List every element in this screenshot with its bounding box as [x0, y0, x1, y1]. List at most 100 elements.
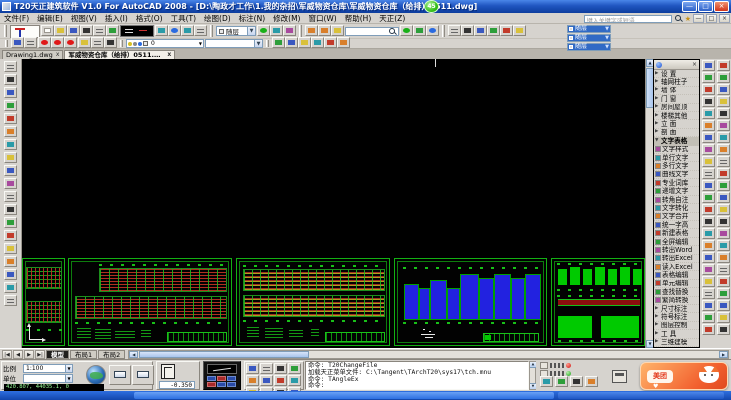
screen-menu-group[interactable]: ▶尺寸标注	[654, 305, 699, 313]
right-tool-icon[interactable]	[717, 144, 730, 155]
right-tool-icon[interactable]	[717, 60, 730, 71]
render-tool-icon[interactable]	[283, 25, 296, 36]
draw-tool-icon[interactable]	[4, 113, 17, 124]
zoom-tool-icon[interactable]	[168, 25, 181, 36]
draw-tool-icon[interactable]	[4, 61, 17, 72]
right-tool-icon[interactable]	[717, 300, 730, 311]
scale-combo[interactable]: 1:100▼	[23, 364, 73, 373]
right-tool-icon[interactable]	[717, 84, 730, 95]
layer-filter-combo[interactable]: ▼	[205, 39, 263, 48]
right-tool-icon[interactable]	[717, 228, 730, 239]
render-tool-icon[interactable]	[270, 25, 283, 36]
layer-tool-icon[interactable]	[285, 37, 298, 48]
right-tool-icon[interactable]	[702, 96, 715, 107]
right-tool-icon[interactable]	[717, 252, 730, 263]
screen-menu-group[interactable]: ▼文字表格	[654, 137, 699, 145]
snap-toggle-icon[interactable]	[288, 375, 301, 386]
draw-tool-icon[interactable]	[4, 139, 17, 150]
child-minimize-button[interactable]: —	[693, 14, 704, 23]
taskbar-segment[interactable]	[134, 392, 554, 399]
tab-last-icon[interactable]: ▶|	[35, 350, 45, 359]
chevron-down-icon[interactable]: ▼	[199, 41, 202, 46]
paint-tool-icon[interactable]	[318, 25, 331, 36]
toggle-icon[interactable]	[540, 362, 548, 369]
screen-menu-command[interactable]: 文字转化	[654, 204, 699, 212]
right-tool-icon[interactable]	[702, 264, 715, 275]
screen-menu-group[interactable]: ▶设 置	[654, 70, 699, 78]
star-icon[interactable]: ★	[685, 15, 691, 23]
printer-icon[interactable]	[612, 370, 627, 383]
snap-toggle-icon[interactable]	[246, 363, 259, 374]
zoom-tool-icon[interactable]	[181, 25, 194, 36]
scroll-down-icon[interactable]: ▼	[530, 383, 536, 389]
paint-tool-icon[interactable]	[305, 25, 318, 36]
status-dot-icon[interactable]	[426, 25, 439, 36]
layer-tool-icon[interactable]	[311, 37, 324, 48]
undo-redo-icon[interactable]	[24, 37, 37, 48]
layer-tool-icon[interactable]	[272, 37, 285, 48]
plot-preview-button[interactable]	[109, 365, 131, 385]
command-window[interactable]: 命令: T20ChangeFile加载天正菜单文件: C:\Tangent\TA…	[305, 361, 529, 390]
drawing-canvas[interactable]	[22, 59, 645, 348]
screen-menu-group[interactable]: ▶楼梯其他	[654, 112, 699, 120]
screen-menu-command[interactable]: 转出Word	[654, 246, 699, 254]
screen-menu-command[interactable]: 表格编辑	[654, 271, 699, 279]
right-tool-icon[interactable]	[702, 312, 715, 323]
draw-tool-icon[interactable]	[4, 191, 17, 202]
right-tool-icon[interactable]	[702, 192, 715, 203]
screen-menu-command[interactable]: 文字样式	[654, 146, 699, 154]
menu-item[interactable]: 窗口(W)	[304, 14, 340, 23]
color-combo[interactable]: 随层 ▼	[216, 26, 256, 36]
screen-menu-command[interactable]: 繁简转换	[654, 297, 699, 305]
toolbar-grip[interactable]	[299, 25, 302, 36]
tab-next-icon[interactable]: ▶	[24, 350, 34, 359]
tab-close-icon[interactable]: x	[167, 51, 171, 59]
right-tool-icon[interactable]	[702, 216, 715, 227]
screen-menu-command[interactable]: 查找替换	[654, 288, 699, 296]
toolbar-grip[interactable]	[5, 40, 8, 47]
menu-item[interactable]: 工具(T)	[167, 14, 200, 23]
unit-combo[interactable]: ▼	[23, 374, 73, 383]
screen-menu-group[interactable]: ▶工 具	[654, 330, 699, 338]
zoom-tool-icon[interactable]	[194, 25, 207, 36]
screen-menu-command[interactable]: 新建表格	[654, 229, 699, 237]
draw-tool-icon[interactable]	[4, 74, 17, 85]
render-tool-icon[interactable]	[257, 25, 270, 36]
draw-tool-icon[interactable]	[4, 87, 17, 98]
child-restore-button[interactable]: □	[706, 14, 717, 23]
right-tool-icon[interactable]	[717, 180, 730, 191]
screen-menu-group[interactable]: ▶轴网柱子	[654, 78, 699, 86]
green-badge-icon[interactable]: 45	[424, 0, 439, 13]
color-bylayer-row[interactable]: 随层▼	[567, 25, 611, 33]
edit-tool-icon[interactable]	[487, 25, 500, 36]
draw-tool-icon[interactable]	[4, 269, 17, 280]
draw-tool-icon[interactable]	[4, 126, 17, 137]
draw-tool-icon[interactable]	[4, 100, 17, 111]
mini-tool-icon[interactable]	[585, 376, 598, 387]
right-tool-icon[interactable]	[717, 96, 730, 107]
menu-item[interactable]: 文件(F)	[0, 14, 33, 23]
draw-tool-icon[interactable]	[4, 217, 17, 228]
layout-tab-layout2[interactable]: 布局2	[98, 350, 125, 359]
maximize-button[interactable]: □	[698, 1, 713, 12]
child-close-button[interactable]: ×	[719, 14, 730, 23]
right-tool-icon[interactable]	[717, 288, 730, 299]
help-search-input[interactable]: 键入关键字或短语	[584, 15, 672, 23]
screen-menu-group[interactable]: ▶门 窗	[654, 95, 699, 103]
tab-first-icon[interactable]: |◀	[2, 350, 12, 359]
screen-menu-command[interactable]: 转出Excel	[654, 255, 699, 263]
screen-menu-command[interactable]: 转角自注	[654, 196, 699, 204]
snap-toggle-icon[interactable]	[260, 375, 273, 386]
status-dot-icon[interactable]	[400, 25, 413, 36]
right-tool-icon[interactable]	[702, 60, 715, 71]
right-tool-icon[interactable]	[702, 252, 715, 263]
command-scrollbar[interactable]: ▲ ▼	[529, 361, 536, 390]
menu-item[interactable]: 插入(I)	[101, 14, 132, 23]
mini-tool-icon[interactable]	[540, 376, 553, 387]
status-dot-icon[interactable]	[413, 25, 426, 36]
taskbar-strip[interactable]	[0, 391, 731, 400]
screen-menu-command[interactable]: 专业词库	[654, 179, 699, 187]
snap-toggle-icon[interactable]	[274, 363, 287, 374]
paint-tool-icon[interactable]	[331, 25, 344, 36]
quick-search-field[interactable]	[345, 27, 399, 36]
